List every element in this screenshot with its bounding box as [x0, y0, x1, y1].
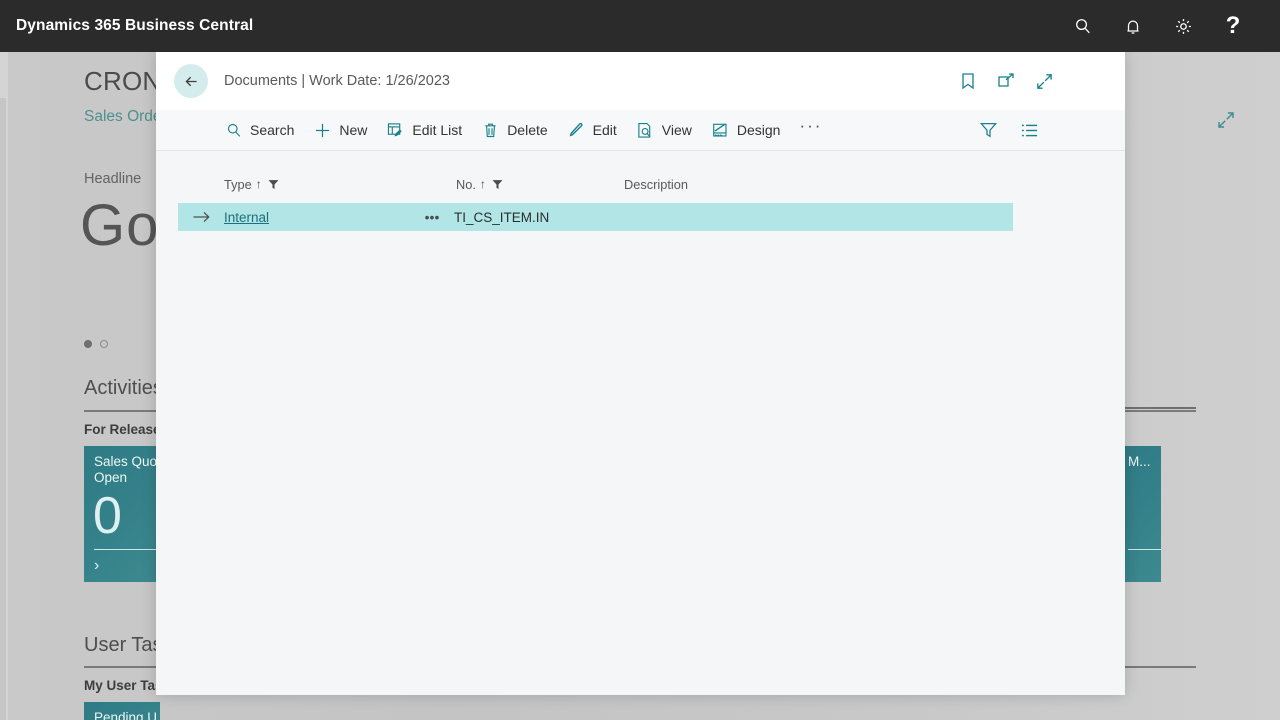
background-tile-rule: [94, 549, 156, 550]
row-context-menu-icon[interactable]: • • •: [410, 210, 454, 224]
documents-grid: Type ↑ No. ↑ Description Internal • • • …: [156, 151, 1125, 231]
column-header-type-label: Type: [224, 176, 252, 192]
search-button[interactable]: Search: [224, 110, 294, 150]
search-icon[interactable]: [1058, 0, 1108, 52]
dialog-header-actions: [957, 70, 1055, 92]
screen-root: CRONU Sales Orde Headline Goo Activities…: [0, 0, 1280, 720]
background-tile-pending-user-tasks[interactable]: Pending U: [84, 702, 160, 720]
search-icon: [224, 121, 243, 140]
command-toolbar: Search New Edit List Delete Edit View De…: [156, 110, 1125, 151]
background-tile-sales-quotes[interactable]: Sales Quo Open 0 ›: [84, 446, 160, 582]
expand-icon[interactable]: [1216, 110, 1236, 135]
dialog-title: Documents | Work Date: 1/26/2023: [224, 73, 450, 89]
pencil-icon: [567, 121, 586, 140]
filter-icon[interactable]: [492, 179, 503, 190]
edit-button[interactable]: Edit: [567, 110, 617, 150]
carousel-dot-1[interactable]: [84, 340, 92, 348]
background-right-divider: [1118, 407, 1196, 409]
view-button-label: View: [661, 122, 692, 138]
plus-icon: [313, 121, 332, 140]
edit-list-icon: [386, 121, 405, 140]
design-button-label: Design: [736, 122, 781, 138]
expand-icon[interactable]: [1033, 70, 1055, 92]
background-tile-right-rule: [1128, 549, 1161, 550]
view-page-icon: [636, 121, 655, 140]
bookmark-icon[interactable]: [957, 70, 979, 92]
background-left-edge-inner: [0, 98, 6, 720]
background-sales-orders-link[interactable]: Sales Orde: [84, 108, 162, 126]
new-button-label: New: [339, 122, 368, 138]
edit-list-button[interactable]: Edit List: [386, 110, 462, 150]
grid-column-headers: Type ↑ No. ↑ Description: [156, 173, 1125, 195]
background-my-user-tasks-label: My User Tas: [84, 678, 163, 693]
background-tile-pending-title: Pending U: [94, 710, 158, 720]
new-button[interactable]: New: [313, 110, 367, 150]
filter-icon[interactable]: [268, 179, 279, 190]
background-activities-heading: Activities: [84, 377, 163, 399]
row-cell-type[interactable]: Internal: [224, 210, 410, 225]
app-bar-actions: ?: [1058, 0, 1258, 52]
background-headline-label: Headline: [84, 171, 142, 187]
settings-gear-icon[interactable]: [1158, 0, 1208, 52]
filter-funnel-icon[interactable]: [978, 120, 998, 140]
design-button[interactable]: Design: [711, 110, 781, 150]
notifications-bell-icon[interactable]: [1108, 0, 1158, 52]
sort-ascending-icon: ↑: [479, 177, 486, 191]
app-title: Dynamics 365 Business Central: [16, 17, 254, 34]
search-button-label: Search: [250, 122, 295, 138]
design-icon: [711, 121, 730, 140]
row-indicator-arrow-icon: [178, 210, 224, 224]
toolbar-overflow-button[interactable]: ···: [799, 117, 822, 139]
edit-button-label: Edit: [592, 122, 617, 138]
column-header-type[interactable]: Type ↑: [224, 177, 456, 192]
dialog-header: Documents | Work Date: 1/26/2023: [156, 52, 1125, 110]
list-layout-icon[interactable]: [1019, 120, 1039, 140]
trash-icon: [481, 121, 500, 140]
background-tile-sales-quotes-value: 0: [93, 487, 122, 545]
help-question-icon[interactable]: ?: [1208, 0, 1258, 52]
toolbar-right-actions: [978, 120, 1039, 140]
edit-list-button-label: Edit List: [412, 122, 463, 138]
background-tile-right-title: M...: [1128, 454, 1151, 469]
column-header-no-label: No.: [456, 176, 476, 192]
view-button[interactable]: View: [636, 110, 692, 150]
carousel-dot-2[interactable]: [100, 340, 108, 348]
delete-button-label: Delete: [507, 122, 548, 138]
help-question-glyph: ?: [1225, 12, 1241, 39]
documents-modal-dialog: Documents | Work Date: 1/26/2023 Search …: [156, 52, 1125, 695]
column-header-no[interactable]: No. ↑: [456, 177, 624, 192]
back-arrow-icon[interactable]: [174, 64, 208, 98]
row-cell-no: TI_CS_ITEM.IN: [454, 209, 550, 225]
background-tile-sales-quotes-title: Sales Quo Open: [94, 454, 158, 485]
background-carousel-dots[interactable]: [84, 340, 108, 348]
open-in-new-window-icon[interactable]: [995, 70, 1017, 92]
delete-button[interactable]: Delete: [481, 110, 548, 150]
table-row[interactable]: Internal • • • TI_CS_ITEM.IN: [178, 203, 1013, 231]
chevron-right-icon[interactable]: ›: [94, 558, 99, 574]
background-for-release-label: For Release: [84, 422, 161, 437]
sort-ascending-icon: ↑: [255, 177, 262, 191]
column-header-description[interactable]: Description: [624, 177, 924, 192]
column-header-description-label: Description: [624, 176, 689, 192]
app-top-bar: Dynamics 365 Business Central ?: [0, 0, 1280, 52]
